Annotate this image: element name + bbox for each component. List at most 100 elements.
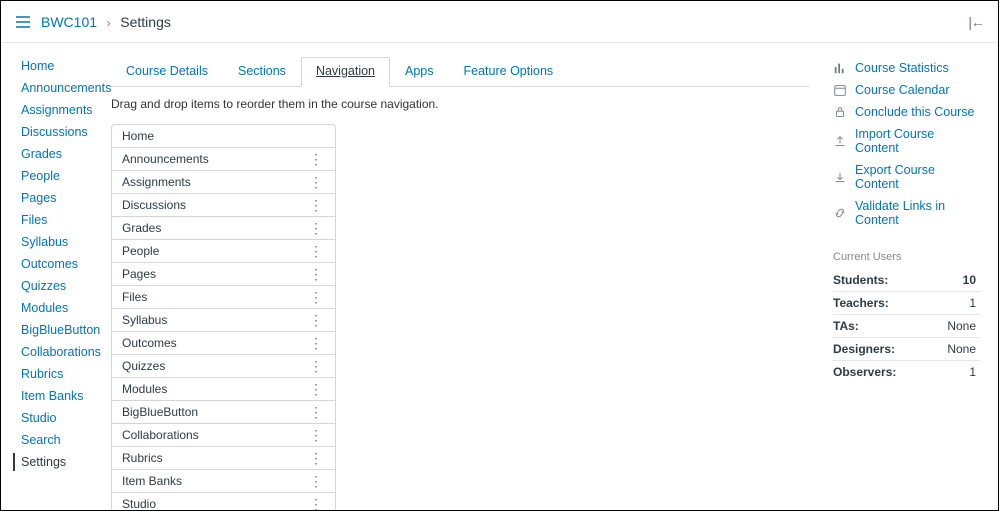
kebab-icon[interactable]: ⋮ [307,384,325,394]
breadcrumb-sep: › [107,16,111,30]
reorder-item-announcements[interactable]: Announcements ⋮ [111,147,336,171]
reorder-item-bigbluebutton[interactable]: BigBlueButton ⋮ [111,400,336,424]
reorder-item-label: Announcements [122,152,209,166]
kebab-icon[interactable]: ⋮ [307,177,325,187]
kebab-icon[interactable]: ⋮ [307,476,325,486]
tab-course-details[interactable]: Course Details [111,57,223,87]
kebab-icon[interactable]: ⋮ [307,430,325,440]
reorder-item-item-banks[interactable]: Item Banks ⋮ [111,469,336,493]
kebab-icon[interactable]: ⋮ [307,269,325,279]
user-value: None [946,338,980,361]
kebab-icon[interactable]: ⋮ [307,154,325,164]
reorder-item-home[interactable]: Home [111,124,336,148]
reorder-item-modules[interactable]: Modules ⋮ [111,377,336,401]
rr-link-label: Validate Links in Content [855,199,980,227]
reorder-item-outcomes[interactable]: Outcomes⋮ [111,331,336,355]
reorder-item-rubrics[interactable]: Rubrics ⋮ [111,446,336,470]
rr-link-course-calendar[interactable]: Course Calendar [833,79,980,101]
nav-item-collaborations[interactable]: Collaborations [21,343,111,361]
right-rail: Course Statistics Course Calendar Conclude… [833,43,998,510]
nav-item-quizzes[interactable]: Quizzes [21,277,111,295]
reorder-item-studio[interactable]: Studio⋮ [111,492,336,511]
kebab-icon[interactable]: ⋮ [307,407,325,417]
tab-navigation[interactable]: Navigation [301,57,390,87]
nav-item-search[interactable]: Search [21,431,111,449]
reorder-item-files[interactable]: Files ⋮ [111,285,336,309]
reorder-item-pages[interactable]: Pages ⋮ [111,262,336,286]
user-value: 1 [946,292,980,315]
nav-item-assignments[interactable]: Assignments [21,101,111,119]
reorder-item-label: Files [122,290,147,304]
rr-link-course-statistics[interactable]: Course Statistics [833,57,980,79]
tab-apps[interactable]: Apps [390,57,449,87]
breadcrumb-current: Settings [120,14,171,30]
kebab-icon[interactable]: ⋮ [307,499,325,509]
user-row: Students:10 [833,269,980,292]
rr-link-export-course-content[interactable]: Export Course Content [833,159,980,195]
user-row: Observers:1 [833,361,980,384]
current-users-title: Current Users [833,251,980,263]
stats-icon [833,61,847,75]
reorder-item-syllabus[interactable]: Syllabus⋮ [111,308,336,332]
rr-link-import-course-content[interactable]: Import Course Content [833,123,980,159]
rr-link-label: Conclude this Course [855,105,975,119]
reorder-item-quizzes[interactable]: Quizzes⋮ [111,354,336,378]
nav-item-rubrics[interactable]: Rubrics [21,365,111,383]
instructions-text: Drag and drop items to reorder them in t… [111,97,809,111]
user-row: Teachers:1 [833,292,980,315]
rr-link-validate-links-in-content[interactable]: Validate Links in Content [833,195,980,231]
nav-item-pages[interactable]: Pages [21,189,111,207]
nav-item-syllabus[interactable]: Syllabus [21,233,111,251]
kebab-icon[interactable]: ⋮ [307,200,325,210]
rr-link-label: Export Course Content [855,163,980,191]
settings-tabs: Course DetailsSectionsNavigationAppsFeat… [111,57,809,87]
nav-item-studio[interactable]: Studio [21,409,111,427]
kebab-icon[interactable]: ⋮ [307,453,325,463]
kebab-icon[interactable]: ⋮ [307,315,325,325]
nav-item-announcements[interactable]: Announcements [21,79,111,97]
link-icon [833,206,847,220]
collapse-end-icon[interactable]: |← [968,14,984,30]
kebab-icon[interactable]: ⋮ [307,246,325,256]
kebab-icon[interactable]: ⋮ [307,361,325,371]
kebab-icon[interactable]: ⋮ [307,338,325,348]
reorder-item-label: People [122,244,159,258]
user-label: Students: [833,269,946,292]
nav-item-settings[interactable]: Settings [13,453,111,471]
reorder-item-discussions[interactable]: Discussions⋮ [111,193,336,217]
kebab-icon[interactable]: ⋮ [307,223,325,233]
tab-sections[interactable]: Sections [223,57,301,87]
course-nav: Home Announcements Assignments Discussions G… [1,43,111,510]
nav-item-discussions[interactable]: Discussions [21,123,111,141]
breadcrumb: BWC101 › Settings [41,14,171,30]
reorder-item-grades[interactable]: Grades⋮ [111,216,336,240]
nav-item-item-banks[interactable]: Item Banks [21,387,111,405]
hamburger-icon[interactable] [15,14,31,30]
breadcrumb-course-link[interactable]: BWC101 [41,14,97,30]
rr-link-conclude-this-course[interactable]: Conclude this Course [833,101,980,123]
nav-item-outcomes[interactable]: Outcomes [21,255,111,273]
tab-feature-options[interactable]: Feature Options [449,57,569,87]
kebab-icon[interactable]: ⋮ [307,292,325,302]
user-row: Designers:None [833,338,980,361]
rr-link-label: Course Statistics [855,61,949,75]
reorder-item-label: Rubrics [122,451,163,465]
nav-item-bigbluebutton[interactable]: BigBlueButton [21,321,111,339]
nav-item-modules[interactable]: Modules [21,299,111,317]
reorder-item-label: Modules [122,382,167,396]
nav-item-files[interactable]: Files [21,211,111,229]
nav-item-grades[interactable]: Grades [21,145,111,163]
download-icon [833,170,847,184]
nav-item-people[interactable]: People [21,167,111,185]
nav-item-home[interactable]: Home [21,57,111,75]
reorder-item-assignments[interactable]: Assignments⋮ [111,170,336,194]
reorder-item-label: BigBlueButton [122,405,198,419]
reorder-item-collaborations[interactable]: Collaborations⋮ [111,423,336,447]
reorder-item-label: Item Banks [122,474,182,488]
main-content: Course DetailsSectionsNavigationAppsFeat… [111,43,833,510]
nav-reorder-list[interactable]: HomeAnnouncements⋮Assignments⋮Discussion… [111,124,336,511]
user-label: Designers: [833,338,946,361]
reorder-item-label: Pages [122,267,156,281]
reorder-item-people[interactable]: People ⋮ [111,239,336,263]
upload-icon [833,134,847,148]
